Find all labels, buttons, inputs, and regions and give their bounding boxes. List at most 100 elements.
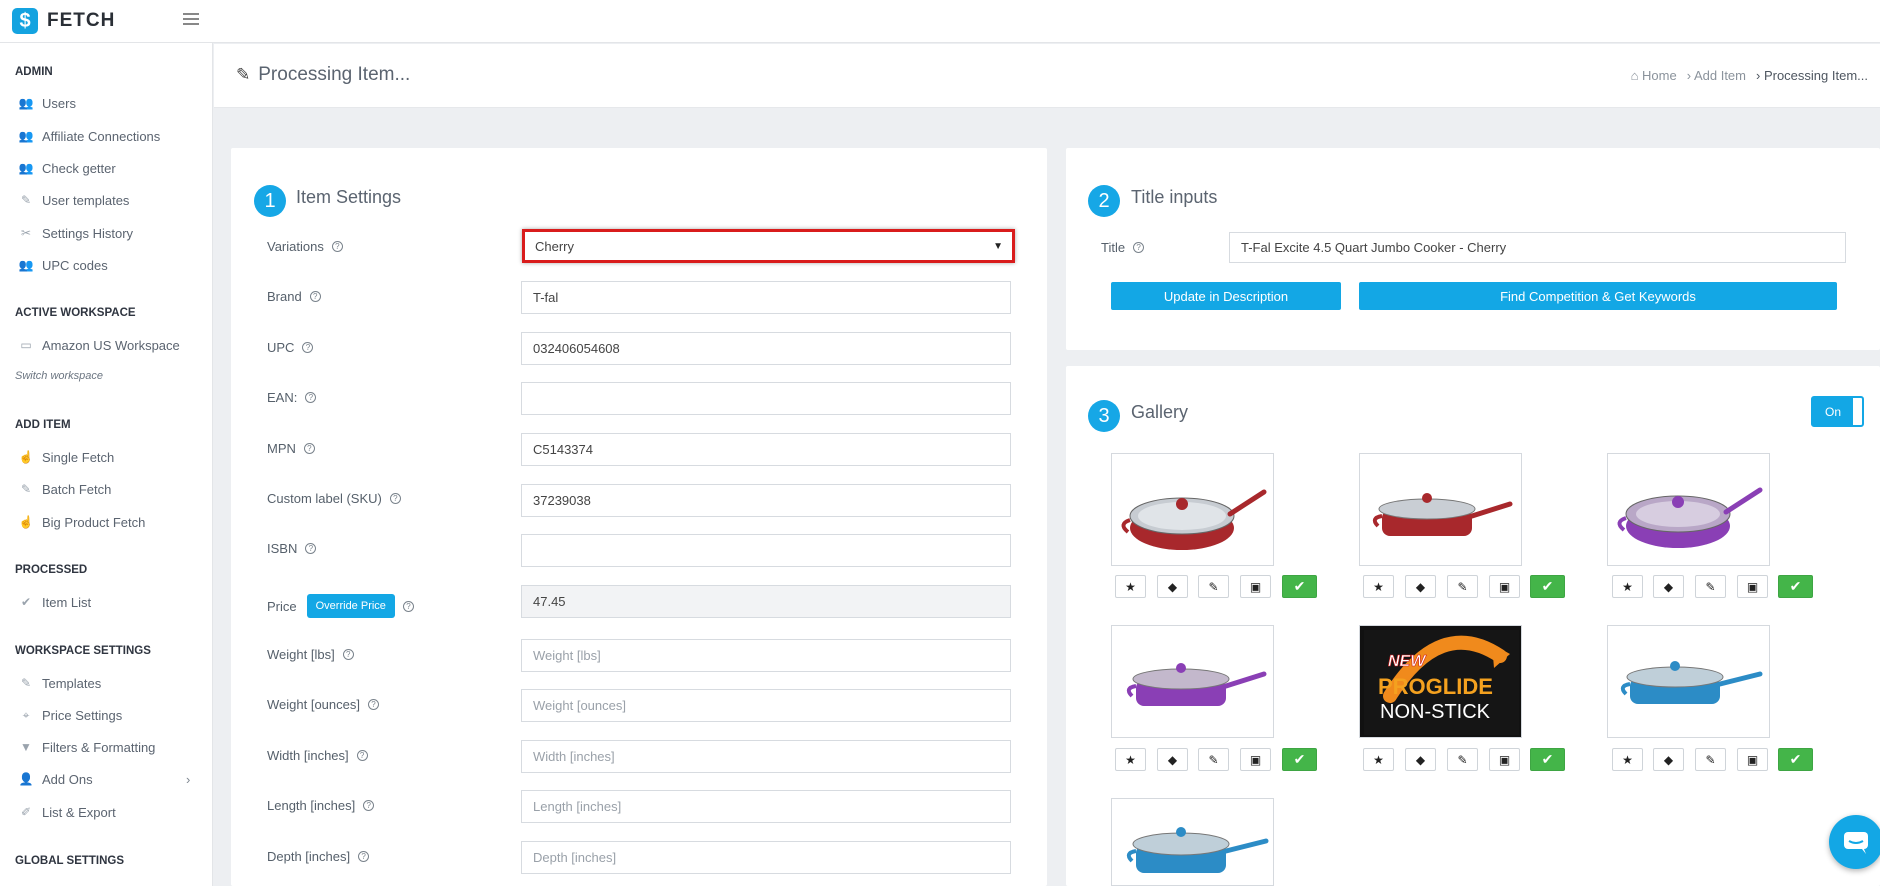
- fetch-logo[interactable]: $ FETCH: [12, 8, 115, 34]
- help-icon[interactable]: ?: [1133, 242, 1145, 253]
- star-icon[interactable]: ★: [1612, 575, 1643, 598]
- tag-icon[interactable]: ◆: [1157, 748, 1188, 771]
- gallery-image[interactable]: NEW PROGLIDE NON-STICK: [1359, 625, 1522, 738]
- sidebar-item-list-export[interactable]: ✐ List & Export: [18, 802, 116, 822]
- image-icon[interactable]: ▣: [1489, 748, 1520, 771]
- chat-widget-button[interactable]: [1829, 815, 1880, 869]
- image-icon[interactable]: ▣: [1737, 748, 1768, 771]
- edit-icon[interactable]: ✎: [1695, 748, 1726, 771]
- help-icon[interactable]: ?: [358, 851, 370, 862]
- sidebar-item-check-getter[interactable]: 👥 Check getter: [18, 158, 116, 178]
- sidebar-item-item-list[interactable]: ✔ Item List: [18, 592, 91, 612]
- brand-label: Brand?: [267, 289, 321, 304]
- help-icon[interactable]: ?: [367, 699, 379, 710]
- help-icon[interactable]: ?: [363, 800, 375, 811]
- star-icon[interactable]: ★: [1363, 748, 1394, 771]
- sidebar-item-single-fetch[interactable]: ☝ Single Fetch: [18, 447, 115, 467]
- edit-icon[interactable]: ✎: [1198, 748, 1229, 771]
- gallery-image[interactable]: [1607, 453, 1770, 566]
- gallery-image[interactable]: [1359, 453, 1522, 566]
- find-competition-button[interactable]: Find Competition & Get Keywords: [1359, 282, 1837, 310]
- update-in-description-button[interactable]: Update in Description: [1111, 282, 1341, 310]
- edit-icon[interactable]: ✎: [1447, 575, 1478, 598]
- sidebar-item-amazon-us-workspace[interactable]: ▭ Amazon US Workspace: [18, 335, 179, 355]
- gallery-image[interactable]: [1111, 625, 1274, 738]
- tag-icon[interactable]: ◆: [1653, 748, 1684, 771]
- isbn-field[interactable]: [521, 534, 1011, 567]
- mpn-field[interactable]: C5143374: [521, 433, 1011, 466]
- gallery-toggle[interactable]: On: [1811, 396, 1864, 427]
- ean-field[interactable]: [521, 382, 1011, 415]
- tag-icon[interactable]: ◆: [1405, 748, 1436, 771]
- tag-icon[interactable]: ◆: [1157, 575, 1188, 598]
- help-icon[interactable]: ?: [356, 750, 368, 761]
- sidebar-item-affiliate-connections[interactable]: 👥 Affiliate Connections: [18, 126, 161, 146]
- edit-icon[interactable]: ✎: [1198, 575, 1229, 598]
- brand-field[interactable]: T-fal: [521, 281, 1011, 314]
- tag-icon[interactable]: ◆: [1653, 575, 1684, 598]
- weight-ounces-label: Weight [ounces]?: [267, 697, 379, 712]
- check-icon[interactable]: ✔: [1778, 748, 1813, 771]
- variations-select[interactable]: Cherry ▼: [522, 229, 1015, 263]
- title-input[interactable]: T-Fal Excite 4.5 Quart Jumbo Cooker - Ch…: [1229, 232, 1846, 263]
- gallery-image[interactable]: [1607, 625, 1770, 738]
- sidebar-item-label: Affiliate Connections: [42, 128, 161, 144]
- switch-workspace-link[interactable]: Switch workspace: [15, 370, 103, 382]
- sidebar-item-upc-codes[interactable]: 👥 UPC codes: [18, 255, 108, 275]
- sidebar-section-global-settings: GLOBAL SETTINGS: [15, 855, 125, 867]
- dropdown-arrow-icon: ▼: [993, 241, 1003, 252]
- help-icon[interactable]: ?: [305, 543, 317, 554]
- sidebar-item-templates[interactable]: ✎ Templates: [18, 673, 101, 693]
- sidebar-item-add-ons[interactable]: 👤 Add Ons: [18, 769, 93, 789]
- edit-icon[interactable]: ✎: [1447, 748, 1478, 771]
- sidebar-item-price-settings[interactable]: ⌖ Price Settings: [18, 705, 123, 725]
- image-icon[interactable]: ▣: [1737, 575, 1768, 598]
- depth-field[interactable]: Depth [inches]: [521, 841, 1011, 874]
- gallery-image[interactable]: [1111, 798, 1274, 886]
- sidebar-item-user-templates[interactable]: ✎ User templates: [18, 190, 129, 210]
- weight-ounces-field[interactable]: Weight [ounces]: [521, 689, 1011, 722]
- help-icon[interactable]: ?: [389, 493, 401, 504]
- help-icon[interactable]: ?: [302, 342, 314, 353]
- sidebar-item-big-product-fetch[interactable]: ☝ Big Product Fetch: [18, 512, 146, 532]
- check-icon[interactable]: ✔: [1778, 575, 1813, 598]
- check-icon[interactable]: ✔: [1530, 575, 1565, 598]
- width-field[interactable]: Width [inches]: [521, 740, 1011, 773]
- weight-lbs-field[interactable]: Weight [lbs]: [521, 639, 1011, 672]
- breadcrumb-add-item[interactable]: › Add Item: [1687, 68, 1746, 83]
- upc-field[interactable]: 032406054608: [521, 332, 1011, 365]
- help-icon[interactable]: ?: [331, 241, 343, 252]
- star-icon[interactable]: ★: [1363, 575, 1394, 598]
- sidebar-item-batch-fetch[interactable]: ✎ Batch Fetch: [18, 479, 111, 499]
- menu-toggle-icon[interactable]: [183, 10, 199, 26]
- check-icon[interactable]: ✔: [1282, 748, 1317, 771]
- edit-icon[interactable]: ✎: [1695, 575, 1726, 598]
- price-field[interactable]: 47.45: [521, 585, 1011, 618]
- check-icon[interactable]: ✔: [1530, 748, 1565, 771]
- chevron-right-icon[interactable]: ›: [186, 772, 190, 787]
- breadcrumb-home[interactable]: ⌂ Home: [1631, 68, 1677, 83]
- cooker-image: [1620, 661, 1763, 704]
- length-field[interactable]: Length [inches]: [521, 790, 1011, 823]
- star-icon[interactable]: ★: [1115, 575, 1146, 598]
- help-icon[interactable]: ?: [305, 392, 317, 403]
- sidebar-item-label: Settings History: [42, 225, 134, 241]
- help-icon[interactable]: ?: [342, 649, 354, 660]
- sidebar-item-users[interactable]: 👥 Users: [18, 93, 76, 113]
- sku-field[interactable]: 37239038: [521, 484, 1011, 517]
- check-icon[interactable]: ✔: [1282, 575, 1317, 598]
- star-icon[interactable]: ★: [1115, 748, 1146, 771]
- gallery-image[interactable]: [1111, 453, 1274, 566]
- sidebar-item-settings-history[interactable]: ✂ Settings History: [18, 223, 133, 243]
- star-icon[interactable]: ★: [1612, 748, 1643, 771]
- page-title: ✎ Processing Item...: [236, 64, 410, 86]
- help-icon[interactable]: ?: [309, 291, 321, 302]
- help-icon[interactable]: ?: [402, 600, 414, 612]
- sidebar-item-filters-formatting[interactable]: ▼ Filters & Formatting: [18, 737, 155, 757]
- help-icon[interactable]: ?: [303, 443, 315, 454]
- image-icon[interactable]: ▣: [1489, 575, 1520, 598]
- image-icon[interactable]: ▣: [1240, 575, 1271, 598]
- image-icon[interactable]: ▣: [1240, 748, 1271, 771]
- override-price-button[interactable]: Override Price: [306, 594, 395, 618]
- tag-icon[interactable]: ◆: [1405, 575, 1436, 598]
